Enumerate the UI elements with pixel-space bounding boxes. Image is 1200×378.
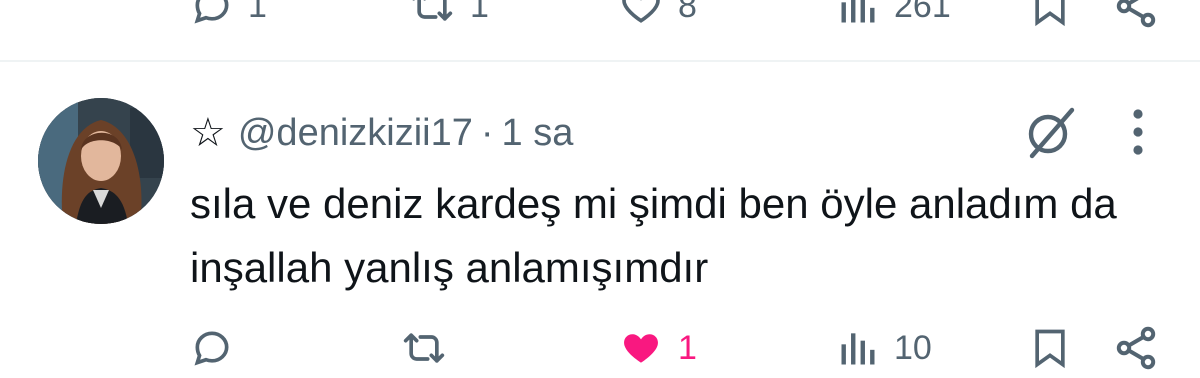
bar-chart-icon — [841, 333, 875, 365]
header-separator: · — [480, 111, 494, 154]
more-vertical-icon[interactable] — [1118, 106, 1158, 158]
share-button[interactable] — [1112, 318, 1160, 378]
reply-button[interactable]: 1 — [190, 0, 267, 36]
previous-tweet-action-bar: 1 1 8 261 — [0, 0, 1200, 36]
share-icon — [1116, 0, 1156, 28]
bookmark-icon — [1035, 0, 1065, 27]
like-count: 8 — [678, 0, 697, 25]
bar-chart-icon — [841, 0, 875, 23]
retweet-button[interactable]: 1 — [408, 0, 489, 36]
bookmark-button[interactable] — [1028, 0, 1072, 36]
tweet-time[interactable]: 1 sa — [502, 112, 574, 155]
grok-icon[interactable] — [1020, 102, 1080, 162]
view-count: 10 — [894, 328, 932, 367]
avatar[interactable] — [38, 98, 164, 224]
heart-icon — [624, 334, 658, 363]
bookmark-button[interactable] — [1028, 318, 1072, 378]
author-prefix: ☆ — [190, 111, 226, 155]
author-handle[interactable]: @denizkizii17 — [238, 112, 473, 155]
like-count: 1 — [678, 328, 697, 367]
retweet-arrows-icon — [403, 333, 445, 363]
reply-count: 1 — [248, 0, 267, 25]
tweet-text: sıla ve deniz kardeş mi şimdi ben öyle a… — [190, 180, 1117, 291]
speech-bubble-icon — [194, 331, 229, 366]
views-button[interactable]: 10 — [836, 318, 932, 378]
tweet-header: ☆ @denizkizii17 · 1 sa — [190, 110, 573, 156]
speech-bubble-icon — [194, 0, 229, 24]
tweet-action-bar: 1 10 — [0, 318, 1200, 378]
retweet-count: 1 — [470, 0, 489, 25]
views-button[interactable]: 261 — [836, 0, 951, 36]
retweet-button[interactable] — [400, 318, 462, 378]
avatar-image — [38, 98, 164, 224]
like-button[interactable]: 8 — [618, 0, 697, 36]
heart-icon — [622, 0, 660, 23]
reply-button[interactable] — [190, 318, 248, 378]
share-icon — [1116, 326, 1156, 370]
retweet-arrows-icon — [412, 0, 453, 21]
tweet[interactable]: ☆ @denizkizii17 · 1 sa sıla ve deniz kar… — [0, 62, 1200, 318]
view-count: 261 — [894, 0, 951, 25]
like-button[interactable]: 1 — [618, 318, 697, 378]
share-button[interactable] — [1112, 0, 1160, 36]
bookmark-icon — [1035, 329, 1065, 369]
